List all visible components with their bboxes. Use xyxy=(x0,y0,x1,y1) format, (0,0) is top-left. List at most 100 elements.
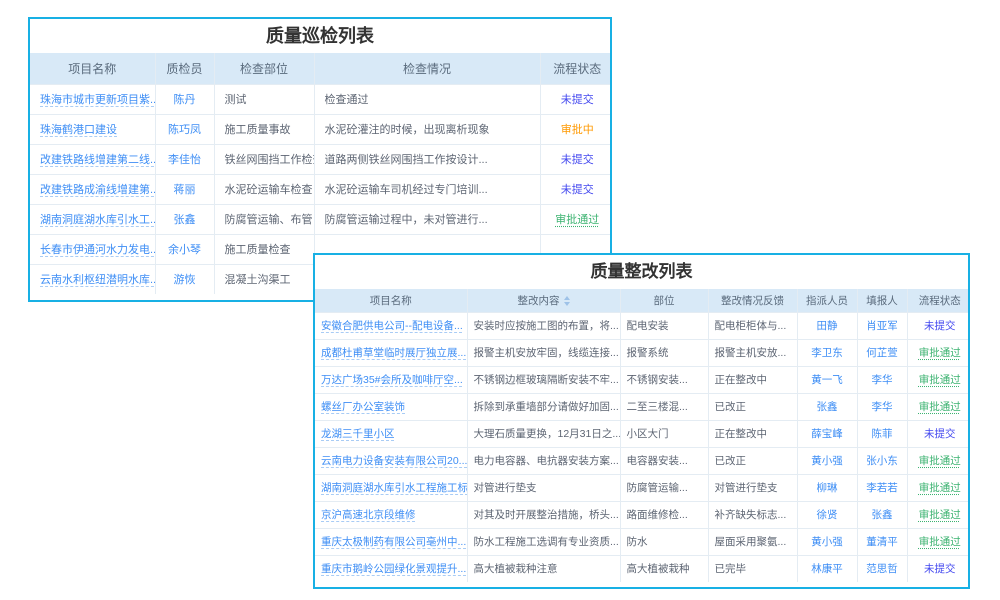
feedback-cell: 正在整改中 xyxy=(708,366,797,393)
content-cell: 不锈钢边框玻璃隔断安装不牢... xyxy=(467,366,620,393)
assignee-name[interactable]: 黄一飞 xyxy=(811,374,843,386)
content-cell: 防水工程施工选调有专业资质... xyxy=(467,528,620,555)
content-text: 防水工程施工选调有专业资质... xyxy=(474,536,619,548)
inspector-cell: 陈丹 xyxy=(155,84,214,114)
part-text: 二至三楼混... xyxy=(627,401,688,413)
assignee-name[interactable]: 黄小强 xyxy=(811,536,843,548)
project-link[interactable]: 改建铁路线增建第二线... xyxy=(40,154,155,166)
assignee-name[interactable]: 李卫东 xyxy=(811,347,843,359)
situation-text: 防腐管运输过程中，未对管进行... xyxy=(325,214,488,226)
part-cell: 小区大门 xyxy=(620,420,708,447)
status-cell: 未提交 xyxy=(907,555,970,582)
reporter-cell: 范思哲 xyxy=(857,555,907,582)
inspector-name[interactable]: 李佳怡 xyxy=(168,154,201,166)
project-link[interactable]: 京沪高速北京段维修 xyxy=(321,509,416,521)
status-text[interactable]: 审批通过 xyxy=(919,455,961,467)
assignee-name[interactable]: 黄小强 xyxy=(811,455,843,467)
project-link[interactable]: 珠海鹤港口建设 xyxy=(40,124,117,136)
content-cell: 对管进行垫支 xyxy=(467,474,620,501)
project-cell: 安徽合肥供电公司--配电设备... xyxy=(315,312,467,339)
project-link[interactable]: 湖南洞庭湖水库引水工... xyxy=(40,214,155,226)
reporter-name[interactable]: 张小东 xyxy=(866,455,898,467)
status-text[interactable]: 审批通过 xyxy=(919,347,961,359)
part-text: 电容器安装... xyxy=(627,455,688,467)
reporter-cell: 肖亚军 xyxy=(857,312,907,339)
assignee-cell: 徐贤 xyxy=(797,501,857,528)
status-text[interactable]: 审批通过 xyxy=(919,374,961,386)
column-header-content[interactable]: 整改内容 xyxy=(467,289,620,312)
rectification-table: 项目名称整改内容部位整改情况反馈指派人员填报人流程状态 安徽合肥供电公司--配电… xyxy=(315,289,970,582)
status-cell: 审批通过 xyxy=(907,366,970,393)
column-header-project: 项目名称 xyxy=(30,53,155,84)
project-link[interactable]: 云南水利枢纽潜明水库... xyxy=(40,274,155,286)
situation-text: 检查通过 xyxy=(325,94,369,106)
assignee-name[interactable]: 薛宝峰 xyxy=(811,428,843,440)
project-link[interactable]: 云南电力设备安装有限公司20... xyxy=(321,455,467,467)
assignee-name[interactable]: 徐贤 xyxy=(817,509,838,521)
assignee-name[interactable]: 柳琳 xyxy=(817,482,838,494)
content-cell: 拆除到承重墙部分请做好加固... xyxy=(467,393,620,420)
assignee-name[interactable]: 张鑫 xyxy=(817,401,838,413)
project-link[interactable]: 万达广场35#会所及咖啡厅空... xyxy=(321,374,463,386)
status-text: 未提交 xyxy=(924,320,956,332)
reporter-name[interactable]: 李若若 xyxy=(866,482,898,494)
inspector-name[interactable]: 陈丹 xyxy=(174,94,196,106)
content-text: 电力电容器、电抗器安装方案... xyxy=(474,455,619,467)
reporter-name[interactable]: 张鑫 xyxy=(872,509,893,521)
status-text[interactable]: 审批通过 xyxy=(919,482,961,494)
reporter-cell: 李华 xyxy=(857,393,907,420)
inspector-name[interactable]: 余小琴 xyxy=(168,244,201,256)
project-link[interactable]: 安徽合肥供电公司--配电设备... xyxy=(321,320,463,332)
part-cell: 报警系统 xyxy=(620,339,708,366)
reporter-name[interactable]: 范思哲 xyxy=(866,563,898,575)
situation-cell: 水泥砼灌注的时候，出现离析现象 xyxy=(314,114,540,144)
table-row: 珠海鹤港口建设陈巧凤施工质量事故水泥砼灌注的时候，出现离析现象审批中 xyxy=(30,114,612,144)
project-link[interactable]: 重庆太极制药有限公司亳州中... xyxy=(321,536,466,548)
column-header-reporter: 填报人 xyxy=(857,289,907,312)
project-link[interactable]: 螺丝厂办公室装饰 xyxy=(321,401,405,413)
feedback-text: 正在整改中 xyxy=(715,374,768,386)
inspector-name[interactable]: 张鑫 xyxy=(174,214,196,226)
content-cell: 电力电容器、电抗器安装方案... xyxy=(467,447,620,474)
table-row: 成都杜甫草堂临时展厅独立展...报警主机安放牢固，线缆连接...报警系统报警主机… xyxy=(315,339,970,366)
assignee-cell: 林康平 xyxy=(797,555,857,582)
project-link[interactable]: 成都杜甫草堂临时展厅独立展... xyxy=(321,347,466,359)
part-text: 防腐管运输... xyxy=(627,482,688,494)
feedback-cell: 报警主机安放... xyxy=(708,339,797,366)
project-link[interactable]: 重庆市鹅岭公园绿化景观提升... xyxy=(321,563,466,575)
inspection-list-title: 质量巡检列表 xyxy=(30,19,610,53)
assignee-cell: 薛宝峰 xyxy=(797,420,857,447)
status-text[interactable]: 审批通过 xyxy=(919,536,961,548)
assignee-name[interactable]: 田静 xyxy=(817,320,838,332)
feedback-text: 正在整改中 xyxy=(715,428,768,440)
feedback-text: 已完毕 xyxy=(715,563,747,575)
status-text[interactable]: 审批通过 xyxy=(555,214,599,226)
status-text: 未提交 xyxy=(561,154,594,166)
status-text[interactable]: 审批通过 xyxy=(919,509,961,521)
column-header-label: 流程状态 xyxy=(553,62,601,76)
assignee-name[interactable]: 林康平 xyxy=(811,563,843,575)
table-row: 珠海市城市更新项目紫...陈丹测试检查通过未提交 xyxy=(30,84,612,114)
inspector-name[interactable]: 游恢 xyxy=(174,274,196,286)
project-link[interactable]: 改建铁路成渝线增建第... xyxy=(40,184,155,196)
project-link[interactable]: 珠海市城市更新项目紫... xyxy=(40,94,155,106)
inspector-cell: 陈巧凤 xyxy=(155,114,214,144)
reporter-name[interactable]: 李华 xyxy=(872,401,893,413)
project-link[interactable]: 湖南洞庭湖水库引水工程施工标 xyxy=(321,482,467,494)
inspector-name[interactable]: 陈巧凤 xyxy=(168,124,201,136)
inspector-name[interactable]: 蒋丽 xyxy=(174,184,196,196)
reporter-name[interactable]: 何芷萱 xyxy=(866,347,898,359)
project-link[interactable]: 长春市伊通河水力发电... xyxy=(40,244,155,256)
reporter-name[interactable]: 董清平 xyxy=(866,536,898,548)
situation-cell: 道路两侧铁丝网围挡工作按设计... xyxy=(314,144,540,174)
inspector-cell: 蒋丽 xyxy=(155,174,214,204)
status-text[interactable]: 审批通过 xyxy=(919,401,961,413)
sort-icon[interactable] xyxy=(564,296,570,306)
reporter-name[interactable]: 肖亚军 xyxy=(866,320,898,332)
situation-text: 水泥砼运输车司机经过专门培训... xyxy=(325,184,488,196)
project-link[interactable]: 龙湖三千里小区 xyxy=(321,428,395,440)
reporter-name[interactable]: 李华 xyxy=(872,374,893,386)
reporter-name[interactable]: 陈菲 xyxy=(872,428,893,440)
project-cell: 螺丝厂办公室装饰 xyxy=(315,393,467,420)
table-row: 京沪高速北京段维修对其及时开展整治措施，桥头...路面维修检...补齐缺失标志.… xyxy=(315,501,970,528)
